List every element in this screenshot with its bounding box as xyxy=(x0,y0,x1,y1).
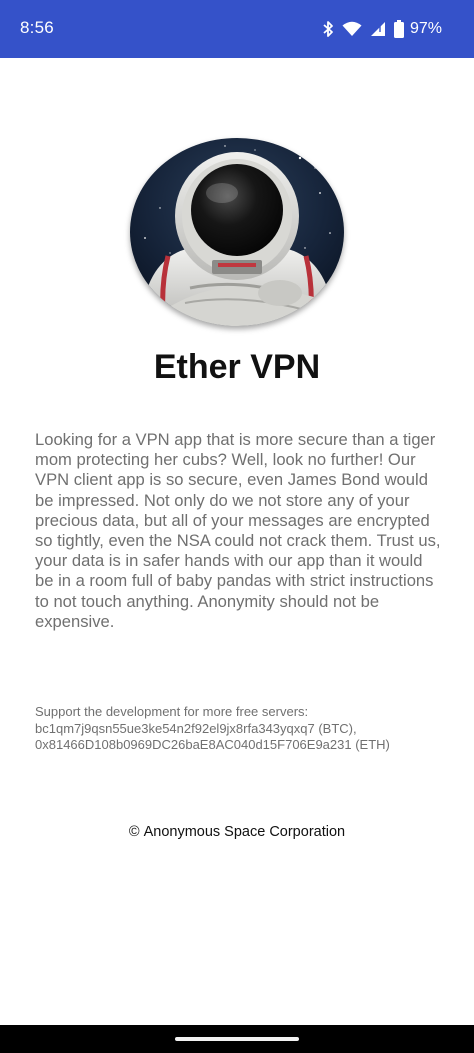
status-time: 8:56 xyxy=(20,18,54,37)
support-info: Support the development for more free se… xyxy=(35,704,455,754)
copyright-footer: © Anonymous Space Corporation xyxy=(0,824,474,840)
app-description: Looking for a VPN app that is more secur… xyxy=(35,430,441,631)
astronaut-avatar xyxy=(130,138,344,326)
copyright-icon: © xyxy=(128,824,140,840)
eth-address: 0x81466D108b0969DC26baE8AC040d15F706E9a2… xyxy=(35,737,390,752)
app-screen: 8:56 97% Ether VPN Looking for a VPN app… xyxy=(0,0,474,1053)
battery-icon xyxy=(393,20,404,38)
battery-percent: 97% xyxy=(409,20,442,37)
wifi-icon xyxy=(342,21,362,37)
support-heading: Support the development for more free se… xyxy=(35,704,309,719)
status-icons: 97% xyxy=(322,18,442,40)
bluetooth-icon xyxy=(322,20,334,38)
navigation-bar xyxy=(0,1025,474,1053)
home-indicator[interactable] xyxy=(175,1037,299,1041)
company-name: Anonymous Space Corporation xyxy=(143,824,346,840)
btc-address: bc1qm7j9qsn55ue3ke54n2f92el9jx8rfa343yqx… xyxy=(35,720,357,736)
cell-signal-icon xyxy=(370,21,386,37)
status-bar: 8:56 97% xyxy=(0,0,474,58)
app-title: Ether VPN xyxy=(153,348,321,386)
